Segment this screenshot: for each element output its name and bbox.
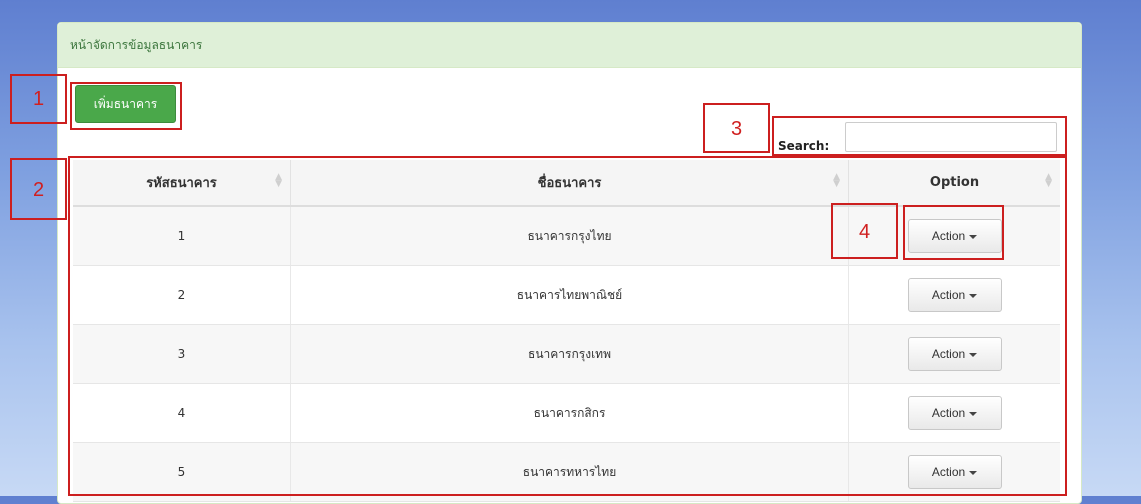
annotation-marker-2: 2 (10, 158, 67, 220)
annotation-marker-3: 3 (703, 103, 770, 153)
annotation-box-search (772, 116, 1067, 156)
annotation-box-add-button (70, 82, 182, 130)
annotation-box-action-button (903, 205, 1004, 260)
annotation-marker-4: 4 (831, 203, 898, 259)
annotation-marker-1: 1 (10, 74, 67, 124)
panel-title: หน้าจัดการข้อมูลธนาคาร (58, 23, 1081, 68)
